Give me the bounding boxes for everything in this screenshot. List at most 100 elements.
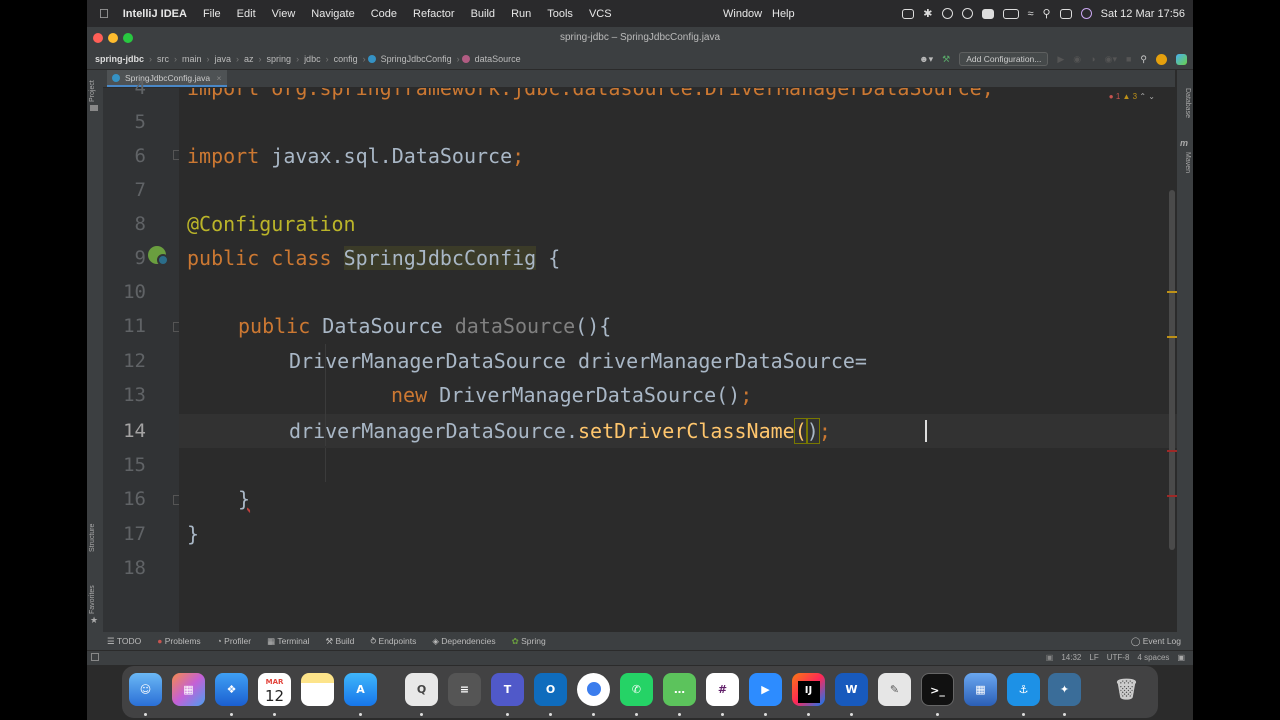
close-tab-icon[interactable]: ×	[216, 73, 221, 83]
breadcrumb-class[interactable]: SpringJdbcConfig	[378, 54, 455, 64]
line-separator[interactable]: LF	[1089, 651, 1098, 665]
siri-icon[interactable]	[1080, 8, 1092, 19]
menu-run[interactable]: Run	[503, 8, 539, 20]
tool-dependencies[interactable]: ◈ Dependencies	[424, 636, 503, 647]
quicktime-icon[interactable]: Q	[405, 673, 438, 706]
control-center-icon[interactable]	[1059, 8, 1072, 19]
menu-edit[interactable]: Edit	[229, 8, 264, 20]
search-everywhere-icon[interactable]: ⚲	[1140, 54, 1147, 65]
tool-build[interactable]: ⚒ Build	[317, 636, 362, 647]
breadcrumb-config[interactable]: config	[331, 54, 361, 64]
menu-file[interactable]: File	[195, 8, 229, 20]
structure-panel-tab[interactable]: Structure	[89, 524, 96, 552]
apple-menu-icon[interactable]: 	[87, 6, 115, 21]
breadcrumb-jdbc[interactable]: jdbc	[301, 54, 324, 64]
app-store-icon[interactable]: A	[344, 673, 377, 706]
whatsapp-icon[interactable]: ✆	[620, 673, 653, 706]
calculator-icon[interactable]: ≡	[448, 673, 481, 706]
breadcrumb-method[interactable]: dataSource	[472, 54, 524, 64]
build-hammer-icon[interactable]: ⚒	[942, 54, 950, 65]
debug-icon[interactable]: ◉	[1073, 54, 1081, 65]
code-editor[interactable]: import org.springframework.jdbc.datasour…	[179, 88, 1177, 632]
text-input-icon[interactable]	[981, 8, 994, 19]
search-icon[interactable]: ⚲	[1043, 7, 1051, 20]
close-window-button[interactable]	[93, 33, 103, 43]
teams-icon[interactable]: T	[491, 673, 524, 706]
tool-spring[interactable]: ✿ Spring	[504, 636, 554, 647]
profile-icon[interactable]: ◉▾	[1105, 54, 1117, 65]
messages-icon[interactable]: …	[663, 673, 696, 706]
project-panel-tab[interactable]: Project	[89, 80, 96, 102]
event-log-button[interactable]: ◯ Event Log	[1123, 636, 1189, 647]
breadcrumb-java[interactable]: java	[212, 54, 235, 64]
wifi-icon[interactable]: ≈	[1028, 8, 1034, 20]
add-configuration-button[interactable]: Add Configuration...	[959, 52, 1049, 66]
trash-icon[interactable]: 🗑	[1110, 673, 1143, 706]
user-icon[interactable]	[961, 8, 973, 19]
breadcrumb-az[interactable]: az	[241, 54, 257, 64]
vcs-user-icon[interactable]: ☻▾	[919, 54, 933, 65]
play-icon[interactable]	[941, 8, 953, 19]
slack-icon[interactable]: #	[706, 673, 739, 706]
stop-icon[interactable]: ■	[1126, 54, 1131, 64]
file-encoding[interactable]: UTF-8	[1107, 651, 1130, 665]
word-icon[interactable]: W	[835, 673, 868, 706]
breadcrumb-project[interactable]: spring-jdbc	[87, 54, 147, 64]
notifications-icon[interactable]	[1156, 53, 1167, 65]
breadcrumb-spring[interactable]: spring	[264, 54, 295, 64]
zoom-icon[interactable]: ▶	[749, 673, 782, 706]
tool-profiler[interactable]: ◔ Profiler	[209, 636, 259, 646]
menu-code[interactable]: Code	[363, 8, 405, 20]
menu-navigate[interactable]: Navigate	[303, 8, 362, 20]
terminal-icon[interactable]: >_	[921, 673, 954, 706]
run-icon[interactable]: ▶	[1057, 54, 1064, 65]
tool-todo[interactable]: ☰ TODO	[87, 636, 149, 647]
menu-window[interactable]: Window	[715, 8, 770, 20]
breadcrumb-main[interactable]: main	[179, 54, 205, 64]
lock-icon[interactable]: ▣	[1177, 651, 1185, 665]
finder-icon[interactable]: ☺	[129, 673, 162, 706]
bluetooth-icon[interactable]: ✱	[923, 7, 932, 20]
chevron-up-icon[interactable]: ⌃	[1139, 92, 1146, 101]
menu-build[interactable]: Build	[463, 8, 503, 20]
menu-vcs[interactable]: VCS	[581, 8, 620, 20]
calendar-icon[interactable]: MAR 12	[258, 673, 291, 706]
warning-stripe-mark[interactable]	[1167, 336, 1177, 338]
safari-icon[interactable]: ❖	[215, 673, 248, 706]
battery-icon[interactable]	[1002, 8, 1019, 19]
menu-tools[interactable]: Tools	[539, 8, 581, 20]
coverage-icon[interactable]: ◑	[1090, 54, 1095, 64]
menu-view[interactable]: View	[264, 8, 304, 20]
keyboard-icon[interactable]	[902, 8, 915, 19]
shield-icon[interactable]: ▦	[964, 673, 997, 706]
error-stripe-mark[interactable]	[1167, 495, 1177, 497]
docker-icon[interactable]: ⚓	[1007, 673, 1040, 706]
script-editor-icon[interactable]: ✎	[878, 673, 911, 706]
menu-refactor[interactable]: Refactor	[405, 8, 463, 20]
tool-window-toggle-icon[interactable]	[91, 653, 99, 661]
menu-help[interactable]: Help	[764, 8, 803, 20]
favorites-panel-tab[interactable]: Favorites	[89, 585, 96, 614]
outlook-icon[interactable]: O	[534, 673, 567, 706]
breadcrumb-src[interactable]: src	[154, 54, 172, 64]
error-stripe-mark[interactable]	[1167, 450, 1177, 452]
tool-problems[interactable]: ● Problems	[149, 636, 208, 646]
menu-app-name[interactable]: IntelliJ IDEA	[115, 8, 195, 20]
minimize-window-button[interactable]	[108, 33, 118, 43]
zoom-window-button[interactable]	[123, 33, 133, 43]
maven-panel-tab[interactable]: Maven	[1184, 152, 1191, 173]
notes-icon[interactable]	[301, 673, 334, 706]
code-with-me-icon[interactable]	[1176, 53, 1187, 65]
menu-clock[interactable]: Sat 12 Mar 17:56	[1101, 8, 1185, 20]
tool-terminal[interactable]: ▦ Terminal	[259, 636, 317, 647]
caret-position[interactable]: 14:32	[1061, 651, 1081, 665]
mysql-workbench-icon[interactable]: ✦	[1048, 673, 1081, 706]
inspection-widget[interactable]: ● 1 ▲ 3 ⌃ ⌄	[1109, 92, 1155, 101]
chrome-icon[interactable]	[577, 673, 610, 706]
intellij-icon[interactable]: IJ	[792, 673, 825, 706]
tool-endpoints[interactable]: ⥁ Endpoints	[362, 636, 424, 647]
indent-setting[interactable]: 4 spaces	[1137, 651, 1169, 665]
chevron-down-icon[interactable]: ⌄	[1148, 92, 1155, 101]
launchpad-icon[interactable]: ▦	[172, 673, 205, 706]
warning-stripe-mark[interactable]	[1167, 291, 1177, 293]
